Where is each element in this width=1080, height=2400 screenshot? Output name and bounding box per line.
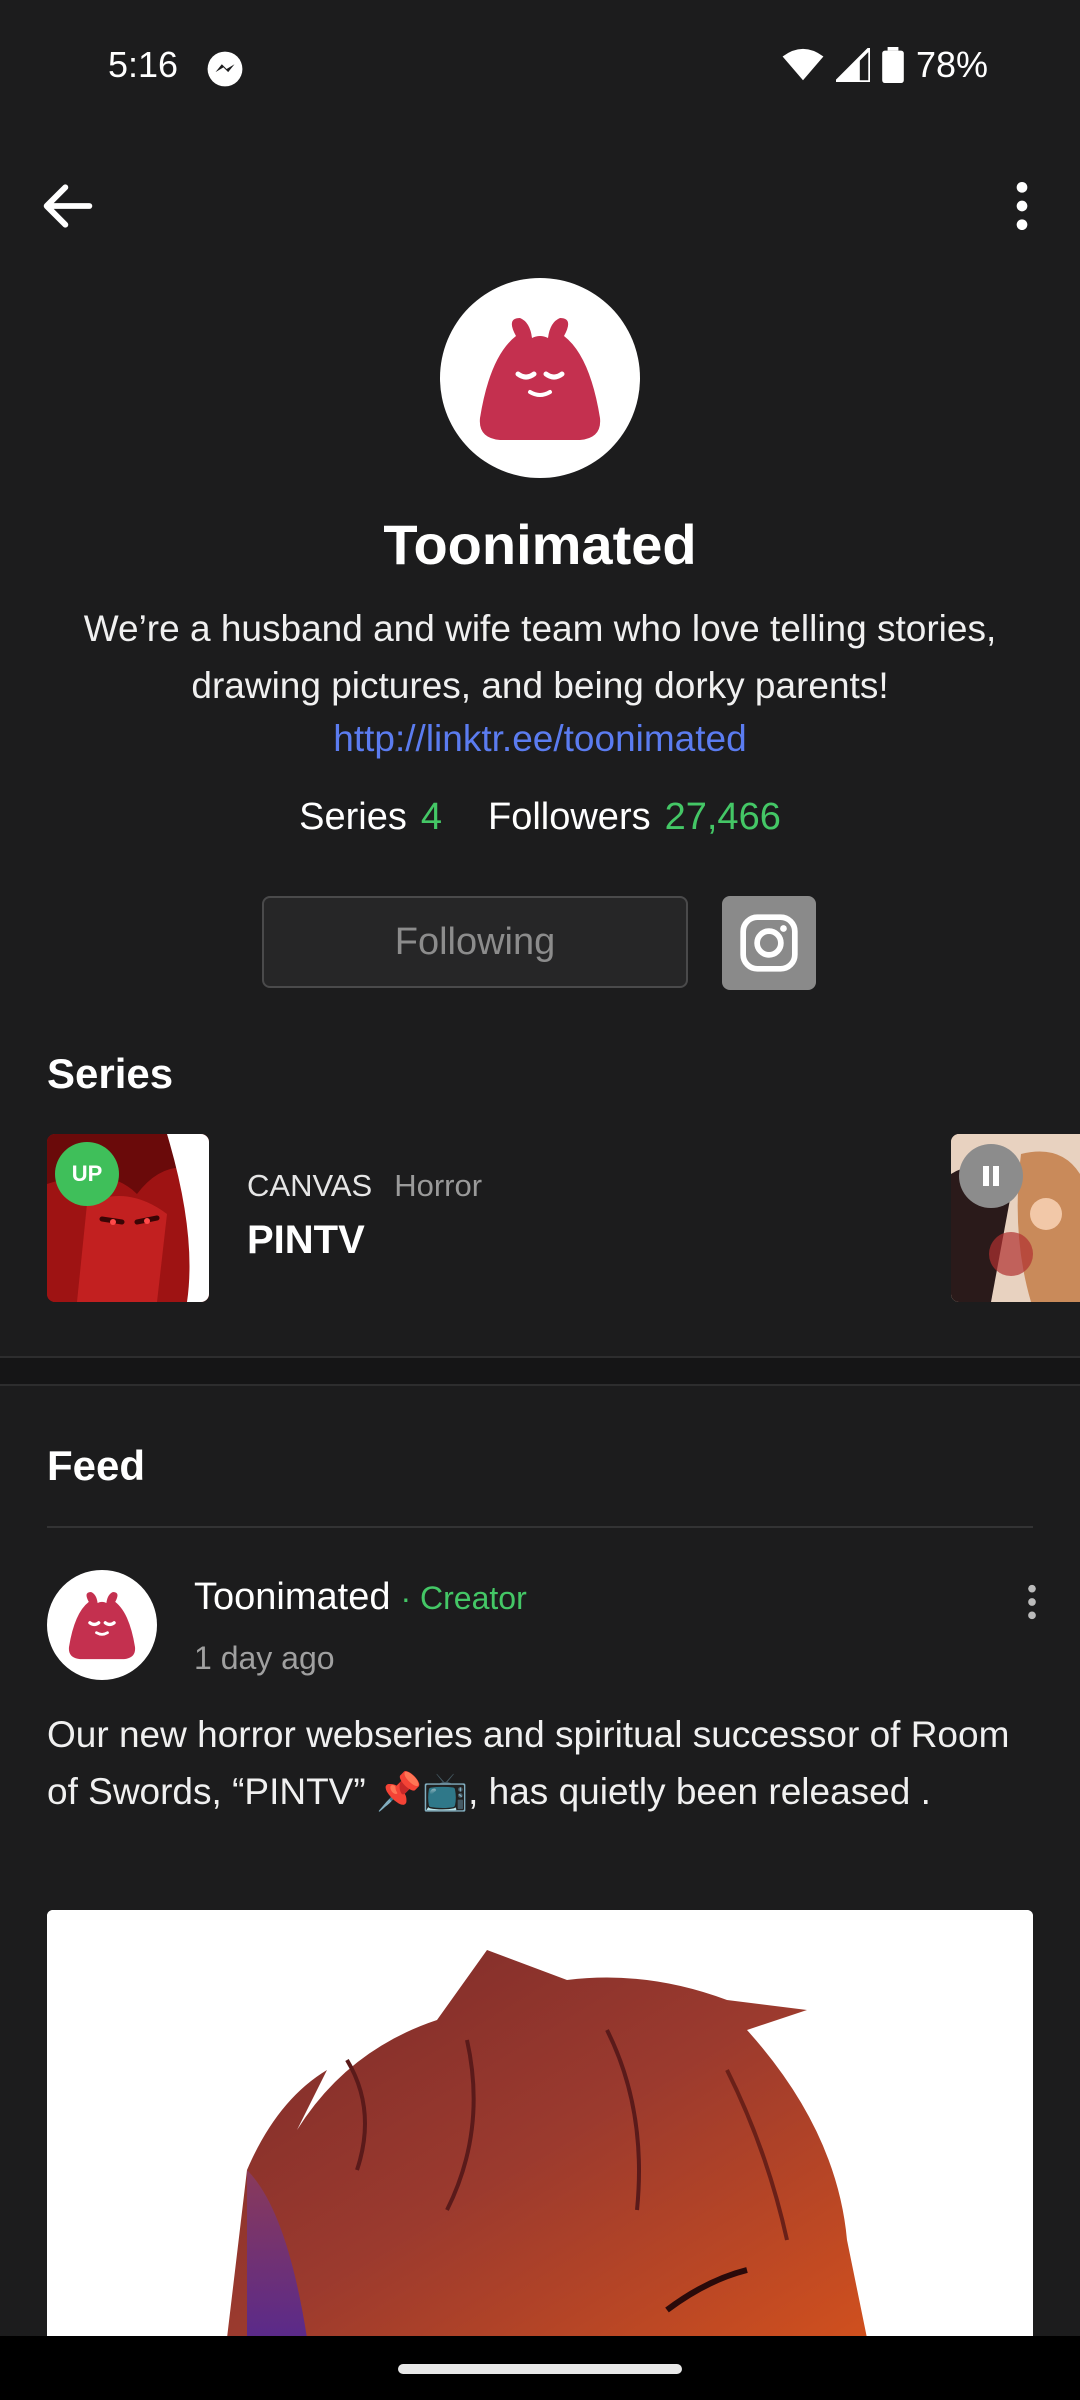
profile-name: Toonimated (383, 513, 697, 576)
home-gesture-handle[interactable] (398, 2364, 682, 2374)
arrow-left-icon[interactable] (36, 174, 100, 238)
series-thumbnail-next[interactable] (951, 1134, 1080, 1302)
pause-badge (959, 1144, 1023, 1208)
post-image[interactable] (47, 1910, 1033, 2338)
section-divider (0, 1356, 1080, 1386)
post-text: Our new horror webseries and spiritual s… (47, 1714, 1010, 1812)
series-genre: Horror (394, 1168, 483, 1203)
pause-icon (983, 1166, 999, 1186)
post-author: Toonimated · Creator (194, 1576, 527, 1619)
creator-mascot-icon (68, 1592, 136, 1660)
profile-stats: Series 4 Followers 27,466 (0, 796, 1080, 839)
series-thumbnail[interactable]: UP (47, 1134, 209, 1302)
status-bar: 5:16 78% (0, 0, 1080, 130)
profile-link[interactable]: http://linktr.ee/toonimated (0, 718, 1080, 760)
top-app-bar (0, 160, 1080, 250)
followers-label: Followers (488, 796, 651, 838)
series-count-value: 4 (420, 796, 442, 838)
wifi-icon (782, 48, 824, 81)
post-more-icon[interactable] (1012, 1580, 1052, 1624)
series-count-label: Series (299, 796, 407, 838)
post-author-avatar[interactable] (47, 1570, 157, 1680)
creator-mascot-icon (479, 318, 601, 440)
series-up-badge: UP (55, 1142, 119, 1206)
following-button[interactable]: Following (262, 896, 688, 988)
instagram-icon (740, 914, 798, 972)
post-author-role: · Creator (400, 1580, 527, 1616)
battery-percent: 78% (915, 44, 988, 85)
post-author-name[interactable]: Toonimated (194, 1576, 390, 1618)
profile-bio: We’re a husband and wife team who love t… (83, 608, 997, 706)
messenger-icon (207, 51, 243, 87)
followers-value: 27,466 (664, 796, 781, 838)
battery-icon (882, 47, 904, 83)
profile-avatar (440, 278, 640, 478)
series-type: CANVAS (247, 1168, 373, 1203)
series-meta: CANVAS Horror (247, 1168, 482, 1204)
status-time: 5:16 (108, 44, 179, 85)
post-timestamp: 1 day ago (194, 1640, 335, 1676)
series-name[interactable]: PINTV (247, 1218, 365, 1263)
feed-section-title: Feed (47, 1442, 146, 1489)
series-section-title: Series (47, 1050, 174, 1097)
system-nav-bar (0, 2336, 1080, 2400)
more-vert-icon[interactable] (990, 174, 1054, 238)
instagram-button[interactable] (722, 896, 816, 990)
feed-separator (47, 1526, 1033, 1528)
cell-signal-icon (835, 48, 870, 82)
post-artwork (47, 1910, 1033, 2338)
status-icons: 78% (782, 44, 988, 86)
